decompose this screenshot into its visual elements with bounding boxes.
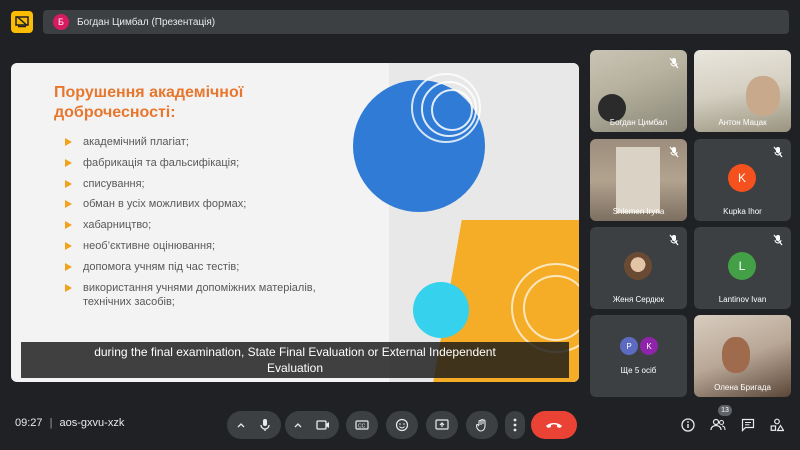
- present-button[interactable]: [426, 411, 458, 439]
- info-icon[interactable]: [681, 418, 695, 432]
- presentation-icon[interactable]: [11, 11, 33, 33]
- participant-avatar: K: [728, 164, 756, 192]
- participant-name: Женя Сердюк: [612, 295, 665, 304]
- slide-bullet: списування;: [63, 177, 363, 198]
- slide-arc: [431, 89, 473, 131]
- chevron-up-icon[interactable]: [237, 422, 245, 428]
- presentation-slide: Порушення академічної доброчесності: ака…: [11, 63, 579, 382]
- more-options-button[interactable]: [505, 411, 525, 439]
- slide-title-line: доброчесності:: [54, 104, 176, 121]
- slide-bullet: використання учнями допоміжних матеріалі…: [63, 281, 363, 315]
- more-participants-label: Ще 5 осіб: [620, 366, 657, 375]
- microphone-icon[interactable]: [259, 418, 271, 432]
- participant-figure: [746, 76, 780, 116]
- svg-text:CC: CC: [358, 424, 366, 430]
- presenter-avatar: Б: [53, 14, 69, 30]
- clock-time: 09:27: [15, 417, 43, 429]
- slide-bullet: необ’єктивне оцінювання;: [63, 239, 363, 260]
- captions-button[interactable]: CC: [346, 411, 378, 439]
- activities-button[interactable]: [767, 415, 787, 435]
- participant-avatar: [624, 252, 652, 280]
- mic-off-icon: [669, 146, 679, 158]
- chat-button[interactable]: [738, 415, 758, 435]
- more-avatars: P K: [620, 337, 658, 355]
- meeting-code: aos-gxvu-xzk: [59, 417, 125, 429]
- mic-off-icon: [773, 234, 783, 246]
- participant-tile[interactable]: Женя Сердюк: [590, 227, 687, 309]
- slide-bullet-list: академічний плагіат; фабрикація та фальс…: [63, 135, 363, 315]
- participant-figure: [722, 337, 750, 373]
- more-vert-icon[interactable]: [513, 418, 517, 432]
- more-participants-tile[interactable]: P K Ще 5 осіб: [590, 315, 687, 397]
- people-button[interactable]: [708, 415, 728, 435]
- separator: |: [49, 417, 53, 429]
- hang-up-icon[interactable]: [545, 421, 563, 429]
- camera-control[interactable]: [285, 411, 339, 439]
- live-caption: during the final examination, State Fina…: [21, 342, 569, 378]
- reactions-button[interactable]: [386, 411, 418, 439]
- participant-name: Kupka Ihor: [723, 207, 762, 216]
- presenter-bar: Б Богдан Цимбал (Презентація): [43, 10, 789, 34]
- meet-app: Б Богдан Цимбал (Презентація) Порушення …: [0, 0, 800, 450]
- slide-bullet: хабарництво;: [63, 218, 363, 239]
- participant-name: Lantinov Ivan: [718, 295, 767, 304]
- slide-bullet: академічний плагіат;: [63, 135, 363, 156]
- caption-line: Evaluation: [266, 361, 324, 375]
- mic-off-icon: [773, 146, 783, 158]
- participant-tile[interactable]: Богдан Цимбал: [590, 50, 687, 132]
- slide-title-line: Порушення академічної: [54, 84, 244, 101]
- slide-title: Порушення академічної доброчесності:: [54, 83, 354, 123]
- participant-avatar: K: [640, 337, 658, 355]
- mic-off-icon: [669, 57, 679, 69]
- people-icon[interactable]: [710, 418, 726, 432]
- slide-bullet: допомога учням під час тестів;: [63, 260, 363, 281]
- hand-icon[interactable]: [476, 418, 488, 432]
- meeting-info: 09:27 | aos-gxvu-xzk: [15, 417, 124, 429]
- participant-name: Антон Мацак: [718, 118, 767, 127]
- slide-bullet: обман в усіх можливих формах;: [63, 197, 363, 218]
- emoji-icon[interactable]: [395, 418, 409, 432]
- participant-avatar: P: [620, 337, 638, 355]
- participant-door: [616, 147, 660, 213]
- caption-line: during the final examination, State Fina…: [94, 345, 496, 359]
- participant-avatar: L: [728, 252, 756, 280]
- participant-tile[interactable]: Антон Мацак: [694, 50, 791, 132]
- participant-name: Богдан Цимбал: [609, 118, 668, 127]
- meeting-details-button[interactable]: [678, 415, 698, 435]
- mic-off-icon: [669, 234, 679, 246]
- present-screen-icon[interactable]: [435, 419, 449, 431]
- presenter-label: Богдан Цимбал (Презентація): [77, 16, 216, 28]
- activities-icon[interactable]: [770, 418, 784, 432]
- chevron-up-icon[interactable]: [294, 422, 302, 428]
- end-call-button[interactable]: [531, 411, 577, 439]
- slide-bullet-line: використання учнями допоміжних матеріалі…: [83, 281, 316, 294]
- chat-icon[interactable]: [741, 418, 755, 432]
- participant-name: Олена Бригада: [714, 383, 771, 392]
- raise-hand-button[interactable]: [466, 411, 498, 439]
- slide-bullet: фабрикація та фальсифікація;: [63, 156, 363, 177]
- camera-icon[interactable]: [316, 420, 330, 430]
- slide-bullet-line: технічних засобів;: [83, 295, 175, 308]
- participant-tile[interactable]: K Kupka Ihor: [694, 139, 791, 221]
- microphone-control[interactable]: [227, 411, 281, 439]
- participant-tile[interactable]: Shlemen Iryna: [590, 139, 687, 221]
- participant-tile[interactable]: L Lantinov Ivan: [694, 227, 791, 309]
- captions-icon[interactable]: CC: [355, 420, 369, 430]
- slide-cyan-circle: [413, 282, 469, 338]
- participant-name: Shlemen Iryna: [612, 207, 665, 216]
- participant-tile[interactable]: Олена Бригада: [694, 315, 791, 397]
